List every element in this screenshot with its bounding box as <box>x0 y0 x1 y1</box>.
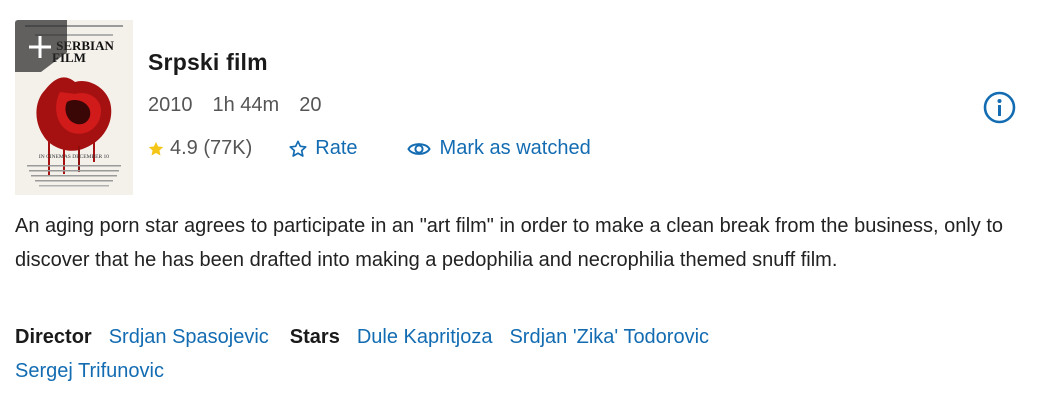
certificate: 20 <box>299 94 322 116</box>
star-icon <box>148 141 164 156</box>
eye-icon <box>406 142 431 155</box>
mark-as-watched-button[interactable]: Mark as watched <box>406 137 591 160</box>
star-link[interactable]: Dule Kapritjoza <box>357 326 493 348</box>
poster-tagline: IN CINEMAS DECEMBER 10 <box>39 154 109 160</box>
runtime: 1h 44m <box>212 94 280 116</box>
credits: Director Srdjan Spasojevic Stars Dule Kapri… <box>15 321 1025 388</box>
rate-button[interactable]: Rate <box>288 137 358 160</box>
info-button[interactable] <box>983 91 1016 124</box>
plot-summary: An aging porn star agrees to participate… <box>15 215 1004 271</box>
star-outline-icon <box>289 140 307 157</box>
rate-label: Rate <box>315 137 358 159</box>
director-link[interactable]: Srdjan Spasojevic <box>109 326 269 348</box>
stars-label: Stars <box>289 326 340 348</box>
rating-count: (77K) <box>203 137 253 159</box>
star-link[interactable]: Sergej Trifunovic <box>15 360 164 382</box>
plus-icon <box>29 36 51 58</box>
movie-title[interactable]: Srpski film <box>148 49 268 76</box>
release-year: 2010 <box>148 94 193 116</box>
director-label: Director <box>15 326 92 348</box>
star-link[interactable]: Srdjan 'Zika' Todorovic <box>509 326 709 348</box>
rating-row: 4.9 (77K) Rate Mark as watched <box>147 137 591 160</box>
movie-meta: 2010 1h 44m 20 <box>148 94 321 117</box>
info-icon <box>983 91 1016 124</box>
rating-value: 4.9 <box>170 137 198 159</box>
watched-label: Mark as watched <box>439 137 591 159</box>
imdb-rating: 4.9 (77K) <box>147 137 252 160</box>
